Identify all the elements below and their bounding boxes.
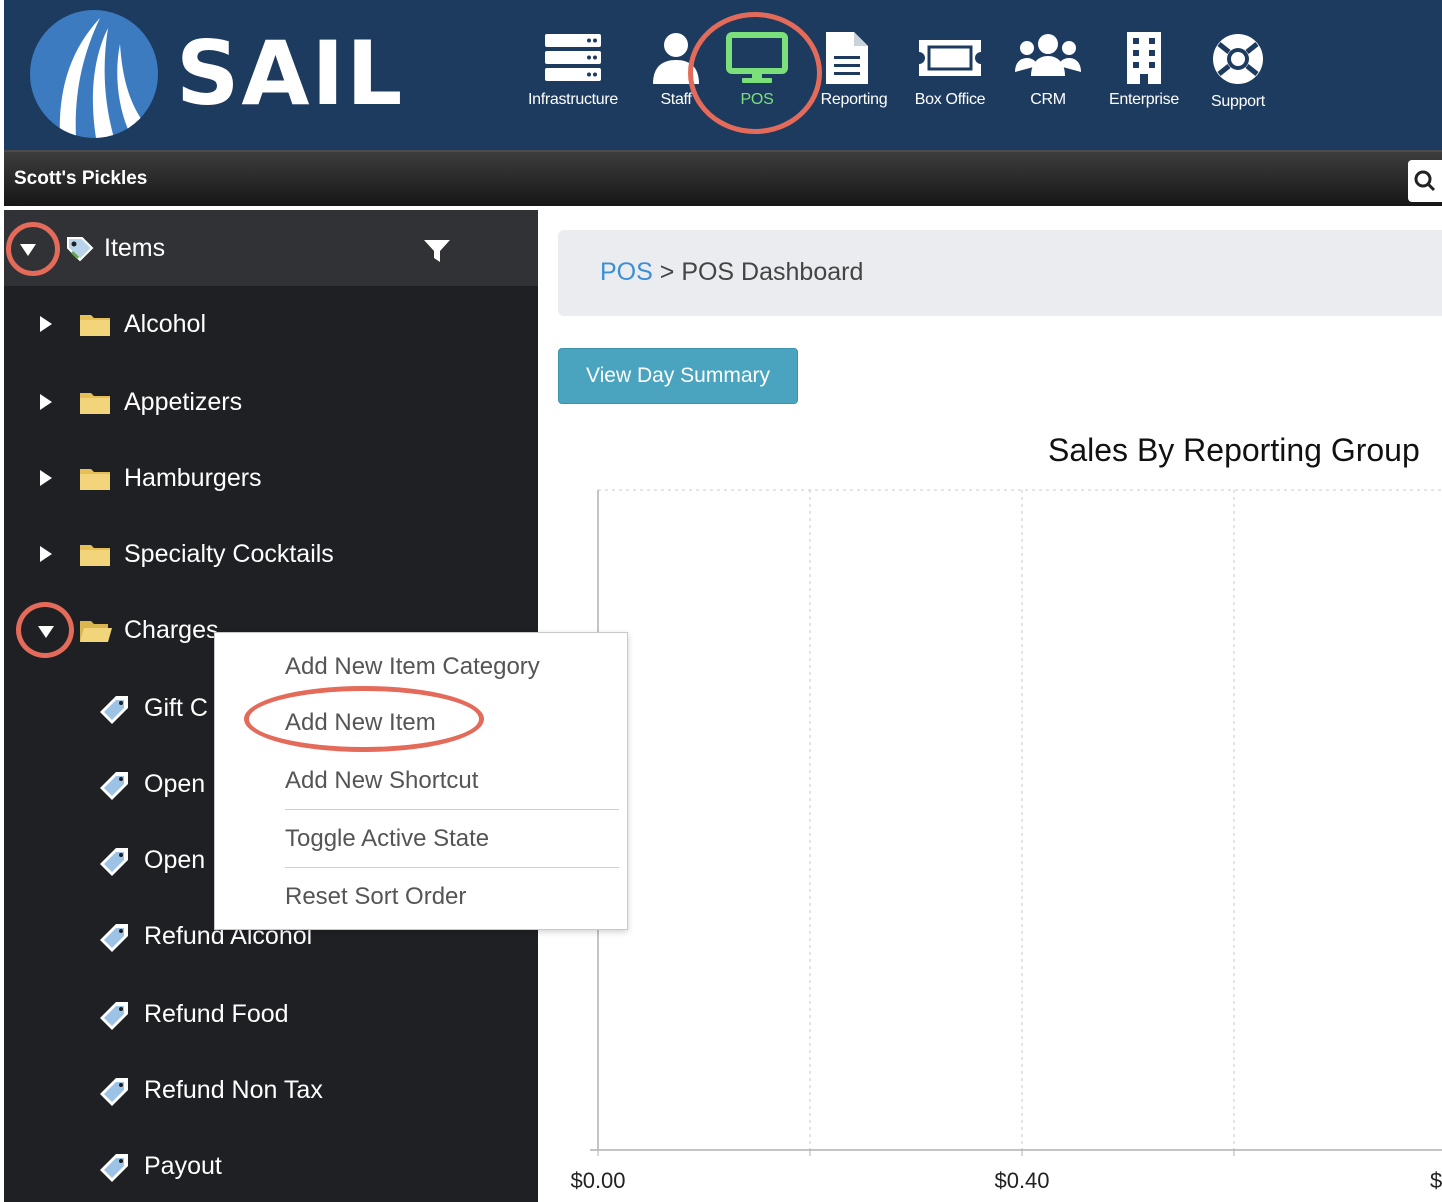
chart-x-tick-label: $0.40 xyxy=(994,1168,1049,1193)
expand-toggle[interactable] xyxy=(40,470,52,486)
category-label: Alcohol xyxy=(124,310,206,338)
nav-label: Box Office xyxy=(914,91,986,108)
nav-label: Reporting xyxy=(820,91,888,108)
menu-add-new-item-category[interactable]: Add New Item Category xyxy=(285,653,540,681)
nav-label: Support xyxy=(1211,93,1265,110)
app-name: SAIL xyxy=(176,22,405,125)
tree-item-payout[interactable]: Payout xyxy=(4,1124,538,1200)
menu-divider xyxy=(285,809,619,810)
lifebuoy-icon xyxy=(1213,34,1263,84)
context-menu: Add New Item Category Add New Item Add N… xyxy=(214,632,628,930)
filter-icon[interactable] xyxy=(424,238,450,264)
menu-toggle-active-state[interactable]: Toggle Active State xyxy=(285,825,489,853)
expand-toggle[interactable] xyxy=(40,316,52,332)
category-label: Hamburgers xyxy=(124,464,262,492)
chart-x-tick-label: $0 xyxy=(1430,1168,1442,1193)
items-title: Items xyxy=(104,234,166,262)
breadcrumb-separator: > xyxy=(659,258,675,286)
open-folder-icon xyxy=(80,621,112,642)
tag-icon xyxy=(100,1002,128,1030)
tree-category-appetizers[interactable]: Appetizers xyxy=(4,362,538,438)
chart-title: Sales By Reporting Group xyxy=(1048,432,1420,468)
sales-chart: $0.00 $0.40 $0 xyxy=(570,489,1442,1193)
company-toolbar: Scott's Pickles xyxy=(4,150,1442,206)
annotation-ring-charges-toggle xyxy=(16,602,74,658)
item-label: Gift C xyxy=(144,694,208,722)
tree-category-alcohol[interactable]: Alcohol xyxy=(4,286,538,362)
nav-support[interactable]: Support xyxy=(1198,32,1278,122)
annotation-ring-add-new-item xyxy=(244,686,484,752)
nav-label: CRM xyxy=(1030,91,1066,108)
tag-icon xyxy=(100,1154,128,1182)
nav-enterprise[interactable]: Enterprise xyxy=(1098,32,1190,122)
tag-icon xyxy=(100,772,128,800)
chart-x-tick-label: $0.00 xyxy=(570,1168,625,1193)
category-label: Appetizers xyxy=(124,388,243,416)
view-day-summary-button[interactable]: View Day Summary xyxy=(558,348,798,404)
folder-icon xyxy=(80,469,110,490)
sail-logo-icon xyxy=(30,10,158,138)
tree-item-refund-food[interactable]: Refund Food xyxy=(4,972,538,1048)
folder-icon xyxy=(80,315,110,336)
server-icon xyxy=(545,34,601,81)
items-tree-header[interactable]: Items xyxy=(4,210,538,286)
expand-toggle[interactable] xyxy=(40,546,52,562)
menu-divider xyxy=(285,867,619,868)
menu-add-new-shortcut[interactable]: Add New Shortcut xyxy=(285,767,478,795)
menu-reset-sort-order[interactable]: Reset Sort Order xyxy=(285,883,466,911)
tag-icon xyxy=(100,696,128,724)
category-label: Charges xyxy=(124,616,219,644)
category-label: Specialty Cocktails xyxy=(124,540,334,568)
tag-icon xyxy=(100,1078,128,1106)
search-button[interactable] xyxy=(1408,160,1442,202)
nav-box-office[interactable]: Box Office xyxy=(902,32,998,122)
items-tag-icon xyxy=(67,237,94,262)
nav-crm[interactable]: CRM xyxy=(1010,32,1086,122)
breadcrumb-current: POS Dashboard xyxy=(681,258,864,286)
folder-icon xyxy=(80,545,110,566)
item-label: Refund Food xyxy=(144,1000,289,1028)
item-label: Refund Non Tax xyxy=(144,1076,323,1104)
tag-icon xyxy=(100,848,128,876)
nav-label: Infrastructure xyxy=(527,91,619,108)
company-name: Scott's Pickles xyxy=(14,168,148,189)
breadcrumb: POS > POS Dashboard xyxy=(558,230,1442,316)
sail-logo[interactable]: SAIL xyxy=(30,10,450,138)
people-icon xyxy=(1015,34,1081,76)
item-label: Open xyxy=(144,770,206,798)
breadcrumb-text: POS > POS Dashboard xyxy=(600,258,863,287)
expand-toggle[interactable] xyxy=(40,394,52,410)
folder-icon xyxy=(80,393,110,414)
tag-icon xyxy=(100,924,128,952)
tree-category-hamburgers[interactable]: Hamburgers xyxy=(4,438,538,514)
nav-label: Enterprise xyxy=(1109,91,1179,108)
annotation-ring-pos xyxy=(688,12,822,134)
document-icon xyxy=(826,32,868,84)
search-icon xyxy=(1414,170,1436,192)
item-label: Payout xyxy=(144,1152,222,1180)
tree-category-specialty-cocktails[interactable]: Specialty Cocktails xyxy=(4,514,538,590)
ticket-icon xyxy=(919,40,981,76)
breadcrumb-pos-link[interactable]: POS xyxy=(600,258,653,286)
annotation-ring-items-toggle xyxy=(6,222,60,276)
nav-infrastructure[interactable]: Infrastructure xyxy=(516,32,630,122)
tree-item-refund-non-tax[interactable]: Refund Non Tax xyxy=(4,1048,538,1124)
item-label: Open xyxy=(144,846,206,874)
building-icon xyxy=(1127,32,1161,84)
